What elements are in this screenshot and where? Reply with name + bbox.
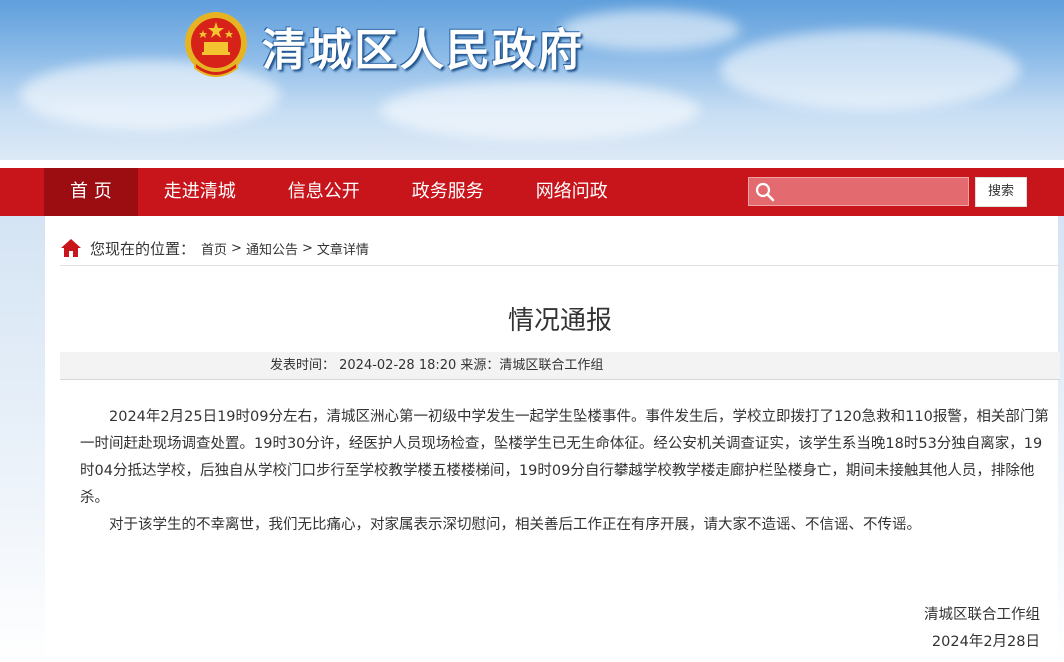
article-body: 2024年2月25日19时09分左右，清城区洲心第一初级中学发生一起学生坠楼事件… (80, 404, 1050, 539)
search-button[interactable]: 搜索 (975, 177, 1027, 207)
site-title: 清城区人民政府 (262, 25, 584, 76)
search-input[interactable] (779, 181, 967, 204)
home-icon (61, 239, 81, 257)
left-side-background (0, 216, 45, 662)
article-paragraph: 对于该学生的不幸离世，我们无比痛心，对家属表示深切慰问，相关善后工作正在有序开展… (109, 517, 921, 533)
signature-org: 清城区联合工作组 (924, 607, 1040, 623)
article-signature: 清城区联合工作组 2024年2月28日 (924, 602, 1040, 656)
breadcrumb: 您现在的位置： 首页 > 通知公告 > 文章详情 (60, 234, 1060, 262)
breadcrumb-here-label: 您现在的位置： (90, 239, 196, 258)
breadcrumb-item-detail[interactable]: 文章详情 (317, 239, 369, 258)
cloud-decoration (560, 10, 740, 50)
nav-item-home[interactable]: 首 页 (44, 168, 138, 216)
header-banner: 清城区人民政府 (0, 0, 1064, 160)
cloud-decoration (380, 80, 700, 140)
nav-item-about[interactable]: 走进清城 (138, 168, 262, 216)
signature-date: 2024年2月28日 (931, 634, 1040, 650)
breadcrumb-separator: > (231, 240, 242, 256)
nav-item-online-inquiry[interactable]: 网络问政 (510, 168, 634, 216)
national-emblem-icon (185, 12, 247, 77)
article-meta-bar: 发表时间： 2024-02-28 18:20 来源：清城区联合工作组 (60, 352, 1060, 380)
search-icon (755, 182, 775, 202)
article-meta: 发表时间： 2024-02-28 18:20 来源：清城区联合工作组 (270, 358, 604, 373)
cloud-decoration (720, 30, 1020, 110)
right-side-background (1058, 216, 1064, 662)
search-box (748, 177, 969, 206)
breadcrumb-item-home[interactable]: 首页 (201, 239, 227, 258)
nav-item-info-disclosure[interactable]: 信息公开 (262, 168, 386, 216)
article-title: 情况通报 (507, 306, 612, 336)
article-paragraph: 2024年2月25日19时09分左右，清城区洲心第一初级中学发生一起学生坠楼事件… (80, 409, 1049, 506)
breadcrumb-separator: > (301, 240, 313, 256)
divider (60, 265, 1060, 266)
breadcrumb-item-notices[interactable]: 通知公告 (246, 239, 298, 258)
nav-item-services[interactable]: 政务服务 (386, 168, 510, 216)
